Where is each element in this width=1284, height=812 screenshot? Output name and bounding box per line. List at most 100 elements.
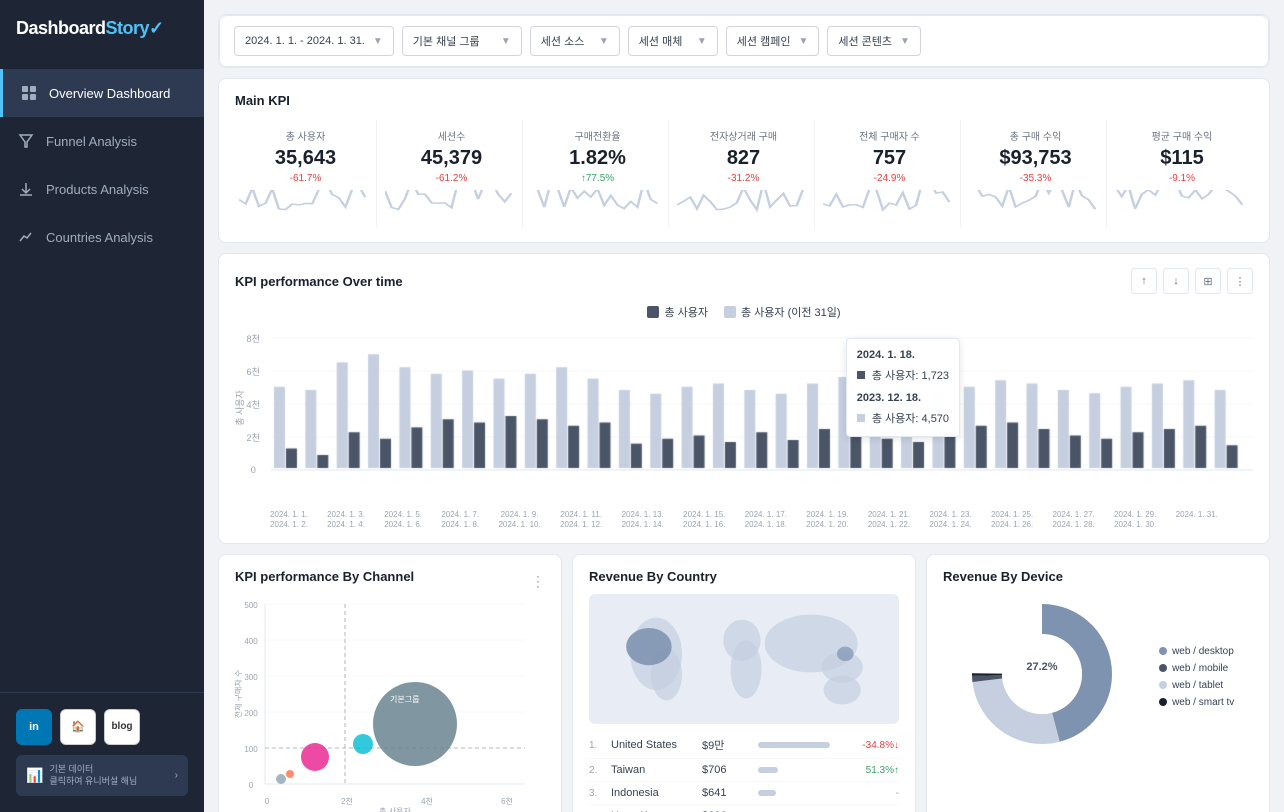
sidebar-label-countries: Countries Analysis — [46, 230, 153, 245]
kpi-over-time-title: KPI performance Over time — [235, 274, 403, 289]
chevron-right-icon: › — [175, 770, 178, 781]
chevron-down-icon: ▼ — [501, 36, 511, 47]
chevron-down-icon: ▼ — [373, 36, 383, 47]
sidebar-label-products: Products Analysis — [46, 182, 149, 197]
country-table: 1. United States $9만 -34.8%↓ 2. Taiwan $… — [589, 732, 899, 812]
kpi-card-5: 총 구매 수익 $93,753 -35.3% — [965, 120, 1107, 228]
x-label: 2024. 1. 25.2024. 1. 26. — [991, 510, 1033, 529]
sidebar-item-funnel[interactable]: Funnel Analysis — [0, 117, 204, 165]
chart-actions: ↑ ↓ ⊞ ⋮ — [1131, 268, 1253, 294]
legend-item-mobile: web / mobile — [1159, 663, 1234, 674]
sort-asc-button[interactable]: ↑ — [1131, 268, 1157, 294]
mini-sparkline — [969, 190, 1102, 220]
legend-dot — [1159, 698, 1167, 706]
x-label: 2024. 1. 27.2024. 1. 28. — [1053, 510, 1095, 529]
mini-sparkline — [677, 190, 810, 220]
country-row-3: 3. Indonesia $641 - — [589, 782, 899, 805]
kpi-over-time-section: KPI performance Over time ↑ ↓ ⊞ ⋮ 총 사용자 … — [218, 253, 1270, 544]
channel-more-button[interactable]: ⋮ — [531, 573, 545, 590]
content-filter[interactable]: 세션 콘텐츠 ▼ — [827, 26, 921, 56]
kpi-value: 1.82% — [569, 147, 626, 170]
bubble-5 — [286, 770, 294, 778]
kpi-label: 전자상거래 구매 — [710, 128, 777, 143]
x-label: 2024. 1. 17.2024. 1. 18. — [745, 510, 787, 529]
kpi-card-3: 전자상거래 구매 827 -31.2% — [673, 120, 815, 228]
kpi-label: 평균 구매 수익 — [1152, 128, 1213, 143]
country-bar-wrap — [758, 742, 838, 748]
country-rank: 3. — [589, 788, 605, 799]
kpi-label: 총 사용자 — [286, 128, 326, 143]
legend-dot — [1159, 664, 1167, 672]
country-rank: 1. — [589, 740, 605, 751]
kpi-change: -9.1% — [1169, 173, 1195, 184]
date-filter-label: 2024. 1. 1. - 2024. 1. 31. — [245, 35, 365, 47]
kpi-value: $93,753 — [999, 147, 1071, 170]
map-svg — [589, 594, 899, 724]
bottom-row: KPI performance By Channel ⋮ 500 400 300… — [218, 554, 1270, 812]
legend-label-previous: 총 사용자 (이전 31일) — [741, 304, 841, 320]
sort-desc-button[interactable]: ↓ — [1163, 268, 1189, 294]
svg-text:27.2%: 27.2% — [1026, 661, 1057, 673]
revenue-by-device-card: Revenue By Device 27.2% — [926, 554, 1270, 812]
svg-text:500: 500 — [244, 601, 258, 610]
country-bar — [758, 742, 830, 748]
table-view-button[interactable]: ⊞ — [1195, 268, 1221, 294]
svg-text:6천: 6천 — [501, 796, 513, 806]
bubble-4 — [276, 774, 286, 784]
social-icons: in 🏠 blog — [16, 709, 188, 745]
x-label: 2024. 1. 3.2024. 1. 4. — [327, 510, 365, 529]
country-name: Indonesia — [611, 787, 696, 799]
bubble-chart: 500 400 300 200 100 0 0 2천 4천 6천 — [235, 594, 545, 812]
home-button[interactable]: 🏠 — [60, 709, 96, 745]
x-label: 2024. 1. 23.2024. 1. 24. — [929, 510, 971, 529]
kpi-change: -35.3% — [1020, 173, 1052, 184]
sidebar-item-countries[interactable]: Countries Analysis — [0, 213, 204, 261]
date-filter[interactable]: 2024. 1. 1. - 2024. 1. 31. ▼ — [234, 26, 394, 56]
legend-item-tablet: web / tablet — [1159, 680, 1234, 691]
bubble-1-label: 기본그룹 — [390, 695, 419, 704]
logo-area: DashboardStory✓ — [0, 0, 204, 49]
data-notice[interactable]: 📊 기본 데이터클릭하여 유니버설 해님 › — [16, 755, 188, 796]
legend-item-smarttv: web / smart tv — [1159, 697, 1234, 708]
source-filter[interactable]: 세션 소스 ▼ — [530, 26, 620, 56]
donut-chart: 27.2% — [962, 594, 1122, 759]
medium-filter[interactable]: 세션 매체 ▼ — [628, 26, 718, 56]
svg-text:300: 300 — [244, 673, 258, 682]
kpi-card-0: 총 사용자 35,643 -61.7% — [235, 120, 377, 228]
blog-button[interactable]: blog — [104, 709, 140, 745]
chart-line-icon — [16, 227, 36, 247]
kpi-card-4: 전체 구매자 수 757 -24.9% — [819, 120, 961, 228]
more-button[interactable]: ⋮ — [1227, 268, 1253, 294]
linkedin-button[interactable]: in — [16, 709, 52, 745]
legend-dot — [1159, 647, 1167, 655]
kpi-change: -61.7% — [290, 173, 322, 184]
chart-legend: 총 사용자 총 사용자 (이전 31일) — [235, 304, 1253, 320]
channel-filter[interactable]: 기본 채널 그룹 ▼ — [402, 26, 522, 56]
campaign-filter[interactable]: 세션 캠페인 ▼ — [726, 26, 820, 56]
country-bar — [758, 790, 776, 796]
country-name: United States — [611, 739, 696, 751]
svg-text:0: 0 — [249, 781, 254, 790]
sidebar-label-overview: Overview Dashboard — [49, 86, 170, 101]
kpi-label: 구매전환율 — [575, 128, 621, 143]
country-row-2: 2. Taiwan $706 51.3%↑ — [589, 759, 899, 782]
grid-icon — [19, 83, 39, 103]
legend-label: web / mobile — [1172, 663, 1228, 674]
kpi-value: $115 — [1160, 147, 1203, 170]
svg-text:2천: 2천 — [341, 796, 353, 806]
svg-text:4천: 4천 — [421, 796, 433, 806]
kpi-change: -24.9% — [874, 173, 906, 184]
sidebar-item-products[interactable]: Products Analysis — [0, 165, 204, 213]
kpi-change: -31.2% — [728, 173, 760, 184]
x-label: 2024. 1. 9.2024. 1. 10. — [498, 510, 540, 529]
x-label: 2024. 1. 15.2024. 1. 16. — [683, 510, 725, 529]
country-bar-wrap — [758, 767, 838, 773]
mini-sparkline — [823, 190, 956, 220]
main-kpi-section: Main KPI 총 사용자 35,643 -61.7% 세션수 45,379 … — [218, 78, 1270, 243]
country-name: Taiwan — [611, 764, 696, 776]
mini-sparkline — [239, 190, 372, 220]
bubble-2 — [301, 743, 329, 771]
legend-item-current: 총 사용자 — [647, 304, 708, 320]
kpi-value: 827 — [727, 147, 760, 170]
sidebar-item-overview[interactable]: Overview Dashboard — [0, 69, 204, 117]
